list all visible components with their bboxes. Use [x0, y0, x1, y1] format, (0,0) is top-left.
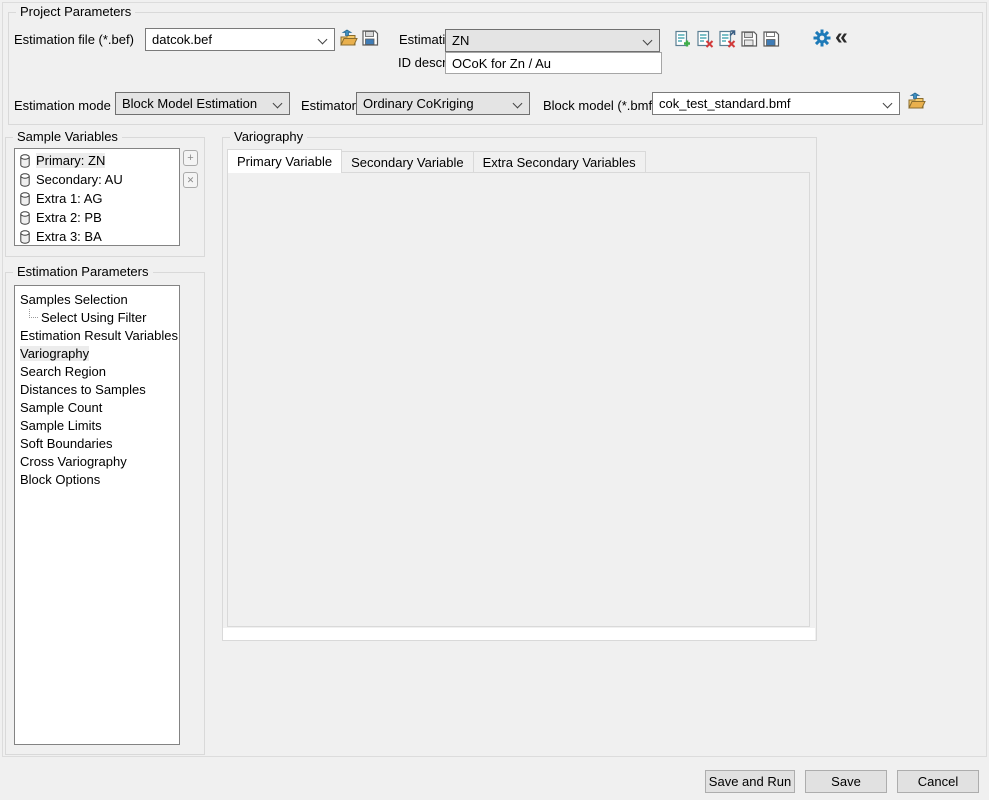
tab-primary-variable[interactable]: Primary Variable — [227, 149, 342, 173]
database-icon — [20, 154, 30, 168]
estimation-file-label: Estimation file (*.bef) — [14, 32, 134, 47]
block-model-label: Block model (*.bmf) — [543, 98, 656, 113]
estimation-id-combobox[interactable]: ZN — [445, 29, 660, 52]
chevron-down-icon — [513, 99, 523, 109]
settings-gear-icon[interactable] — [813, 29, 831, 47]
database-icon — [20, 211, 30, 225]
variography-tabs: Primary Variable Secondary Variable Extr… — [227, 149, 646, 173]
save-estimation-as-icon[interactable] — [762, 30, 780, 48]
save-estimation-icon[interactable] — [740, 30, 758, 48]
block-model-combobox[interactable]: cok_test_standard.bmf — [652, 92, 900, 115]
sample-variable-item[interactable]: Secondary: AU — [15, 170, 179, 189]
param-item-cross-variography[interactable]: Cross Variography — [15, 452, 179, 470]
save-button[interactable]: Save — [805, 770, 887, 793]
param-item-sample-limits[interactable]: Sample Limits — [15, 416, 179, 434]
database-icon — [20, 192, 30, 206]
estimation-mode-combobox[interactable]: Block Model Estimation — [115, 92, 290, 115]
param-item-sample-count[interactable]: Sample Count — [15, 398, 179, 416]
block-model-value: cok_test_standard.bmf — [659, 96, 791, 111]
floppy-icon — [361, 29, 379, 47]
chevron-down-icon — [883, 99, 893, 109]
variography-title: Variography — [230, 130, 307, 144]
sample-variables-title: Sample Variables — [13, 130, 122, 144]
cancel-button[interactable]: Cancel — [897, 770, 979, 793]
sample-variable-label: Primary: ZN — [36, 153, 105, 168]
param-item-variography[interactable]: Variography — [15, 344, 179, 362]
sample-variable-label: Secondary: AU — [36, 172, 123, 187]
estimator-value: Ordinary CoKriging — [363, 96, 474, 111]
id-description-field[interactable]: OCoK for Zn / Au — [445, 52, 662, 74]
estimation-parameters-title: Estimation Parameters — [13, 265, 153, 279]
tab-extra-secondary-variables[interactable]: Extra Secondary Variables — [474, 151, 646, 173]
folder-import-icon — [339, 29, 358, 48]
save-estimation-file-icon[interactable] — [361, 29, 379, 47]
param-item-samples-selection[interactable]: Samples Selection — [15, 290, 179, 308]
param-item-block-options[interactable]: Block Options — [15, 470, 179, 488]
project-parameters-title: Project Parameters — [16, 5, 135, 19]
database-icon — [20, 173, 30, 187]
param-item-estimation-result-variables[interactable]: Estimation Result Variables — [15, 326, 179, 344]
estimation-id-value: ZN — [452, 33, 469, 48]
estimation-mode-label: Estimation mode — [14, 98, 111, 113]
chevron-down-icon — [318, 35, 328, 45]
remove-variable-icon[interactable]: ✕ — [183, 172, 198, 188]
estimator-combobox[interactable]: Ordinary CoKriging — [356, 92, 530, 115]
open-block-model-icon[interactable] — [907, 92, 926, 111]
sample-variable-item[interactable]: Extra 2: PB — [15, 208, 179, 227]
sample-variable-label: Extra 2: PB — [36, 210, 102, 225]
param-item-select-using-filter[interactable]: Select Using Filter — [15, 308, 179, 326]
chevron-down-icon — [273, 99, 283, 109]
collapse-chevrons-icon[interactable]: « — [835, 26, 848, 46]
id-description-value: OCoK for Zn / Au — [452, 56, 551, 71]
param-item-soft-boundaries[interactable]: Soft Boundaries — [15, 434, 179, 452]
sample-variable-label: Extra 3: BA — [36, 229, 102, 244]
database-icon — [20, 230, 30, 244]
save-and-run-button[interactable]: Save and Run — [705, 770, 795, 793]
sample-variable-item[interactable]: Extra 3: BA — [15, 227, 179, 246]
estimation-parameters-listbox[interactable]: Samples Selection Select Using Filter Es… — [14, 285, 180, 745]
estimation-dialog: { "project_parameters": { "title": "Proj… — [0, 0, 989, 800]
sample-variables-listbox[interactable]: Primary: ZN Secondary: AU Extra 1: AG Ex… — [14, 148, 180, 246]
sample-variable-label: Extra 1: AG — [36, 191, 102, 206]
group-bottom-strip — [223, 628, 815, 640]
chevron-down-icon — [643, 36, 653, 46]
add-variable-icon[interactable]: + — [183, 150, 198, 166]
param-item-search-region[interactable]: Search Region — [15, 362, 179, 380]
sample-variable-item[interactable]: Primary: ZN — [15, 151, 179, 170]
param-item-distances-to-samples[interactable]: Distances to Samples — [15, 380, 179, 398]
tab-secondary-variable[interactable]: Secondary Variable — [342, 151, 474, 173]
open-estimation-file-icon[interactable] — [339, 29, 358, 48]
delete-estimation-icon[interactable] — [696, 30, 714, 48]
duplicate-estimation-icon[interactable] — [718, 30, 736, 48]
new-estimation-icon[interactable] — [674, 30, 692, 48]
estimation-mode-value: Block Model Estimation — [122, 96, 257, 111]
tree-branch-icon — [29, 309, 38, 318]
estimation-file-combobox[interactable]: datcok.bef — [145, 28, 335, 51]
variography-tab-panel — [227, 172, 810, 627]
estimation-file-value: datcok.bef — [152, 32, 212, 47]
estimator-label: Estimator — [301, 98, 356, 113]
sample-variable-item[interactable]: Extra 1: AG — [15, 189, 179, 208]
